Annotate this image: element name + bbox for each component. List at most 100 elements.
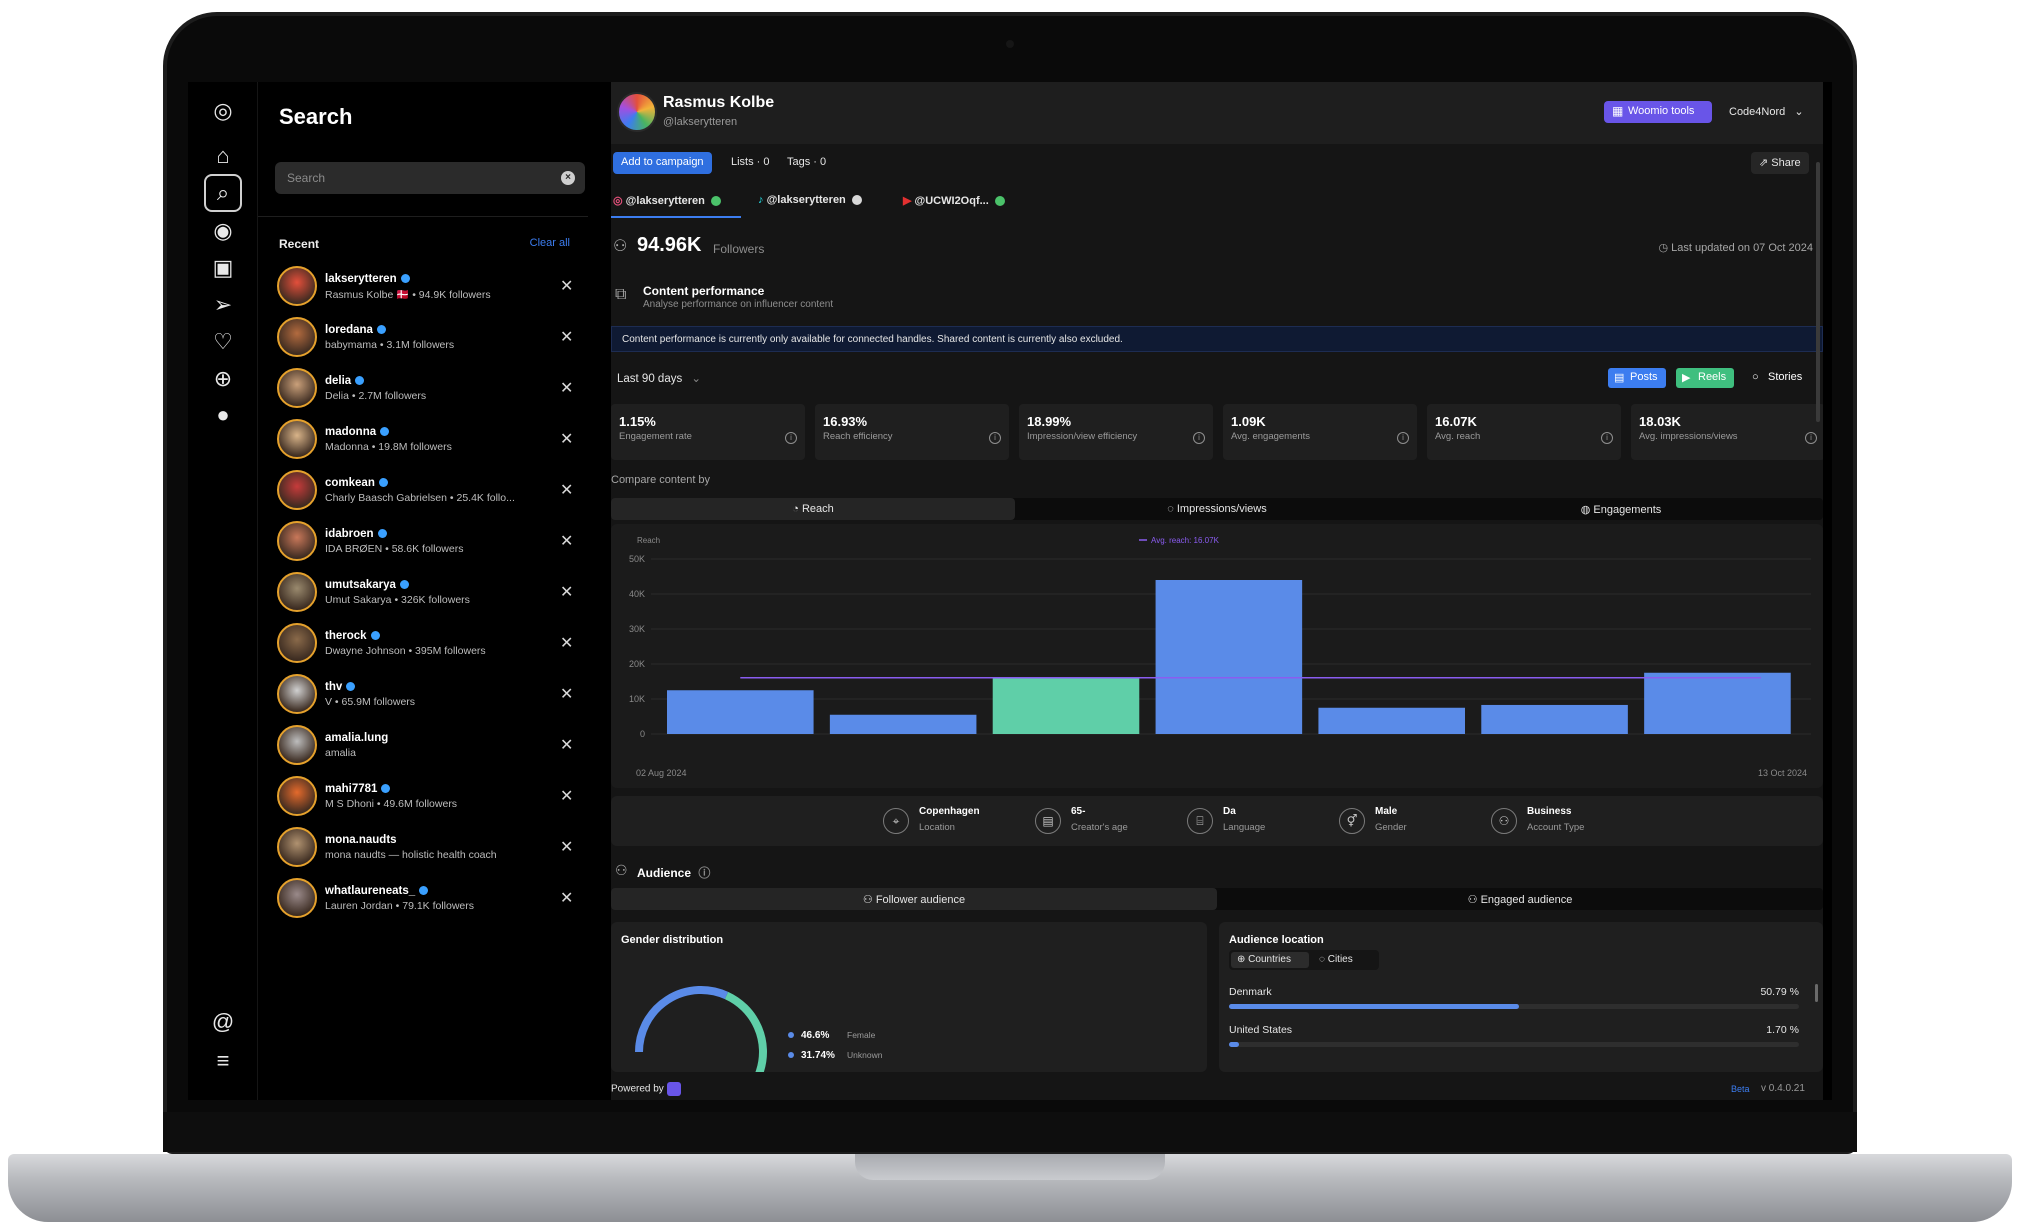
stories-tab[interactable]: ○ Stories [1746,368,1810,388]
tab-impressions[interactable]: ◌ Impressions/views [1015,498,1419,520]
demographic-value: Da [1223,806,1236,817]
search-icon[interactable]: ⌕ [204,174,242,212]
metric-value: 18.03K [1639,414,1681,429]
recent-item[interactable]: amalia.lung amalia ✕ [275,721,575,772]
threads-icon[interactable]: @ [204,1003,242,1041]
close-icon[interactable]: ✕ [560,327,573,347]
tab-engagements[interactable]: ◍ Engagements [1419,498,1823,520]
close-icon[interactable]: ✕ [560,480,573,500]
chart-bar[interactable] [1318,707,1465,734]
handle-tab-youtube[interactable]: ▶ @UCWI2Oqf... [903,194,1005,207]
reels-tab[interactable]: ▶ Reels [1676,368,1735,388]
handle-label: @lakserytteren [766,194,846,206]
logo-icon[interactable]: ◎ [204,92,242,130]
recent-item[interactable]: mahi7781 M S Dhoni • 49.6M followers ✕ [275,772,575,823]
recent-item[interactable]: delia Delia • 2.7M followers ✕ [275,364,575,415]
metric-value: 16.93% [823,414,868,429]
gender-label: Female [847,1030,876,1040]
tab-follower-audience[interactable]: ⚇ Follower audience [611,888,1217,910]
compass-icon[interactable]: ◉ [204,212,242,250]
page-scrollbar[interactable] [1816,162,1820,422]
close-icon[interactable]: ✕ [560,276,573,296]
chart-bar[interactable] [1155,580,1303,734]
close-icon[interactable]: ✕ [560,582,573,602]
info-icon[interactable]: i [989,432,1001,444]
reels-icon: ▶ [1682,372,1691,384]
profile-main: Rasmus Kolbe @lakserytteren Woomio tools… [611,82,1823,1100]
info-icon[interactable]: i [1193,432,1205,444]
close-icon[interactable]: ✕ [560,429,573,449]
org-select[interactable]: Code4Nord ⌄ [1721,101,1815,123]
donut-segment[interactable] [688,991,767,1072]
chart-bar[interactable] [829,714,977,734]
handle-tab-instagram[interactable]: ◎ @lakserytteren [613,194,721,207]
donut-segment[interactable] [635,986,729,1053]
metric-card: 18.03K Avg. impressions/views i [1631,404,1823,460]
add-icon[interactable]: ⊕ [204,360,242,398]
instagram-icon: ◎ [613,195,626,207]
recent-item[interactable]: thv V • 65.9M followers ✕ [275,670,575,721]
location-title: Audience location [1229,934,1324,946]
metric-label: Impression/view efficiency [1027,431,1138,442]
handle-tab-tiktok[interactable]: ♪ @lakserytteren [758,194,862,206]
period-select[interactable]: Last 90 days ⌄ [617,371,701,385]
audience-tabs: ⚇ Follower audience ⚇ Engaged audience [611,888,1823,910]
creator-demographics: ⌖ Copenhagen Location ▤ 65- Creator's age ⌸ Da L… [611,796,1823,846]
calendar-icon[interactable]: ▣ [204,249,242,287]
chart-bar[interactable] [1481,704,1628,734]
tab-countries[interactable]: ⊕ Countries [1231,952,1309,968]
recent-item[interactable]: comkean Charly Baasch Gabrielsen • 25.4K … [275,466,575,517]
recent-item[interactable]: loredana babymama • 3.1M followers ✕ [275,313,575,364]
send-icon[interactable]: ➢ [204,286,242,324]
close-icon[interactable]: ✕ [560,684,573,704]
recent-item[interactable]: whatlaureneats_ Lauren Jordan • 79.1K fol… [275,874,575,925]
tab-cities-label: Cities [1327,954,1353,965]
recent-item[interactable]: umutsakarya Umut Sakarya • 326K followers… [275,568,575,619]
add-to-campaign-button[interactable]: Add to campaign [613,152,712,174]
recent-item[interactable]: lakserytteren Rasmus Kolbe 🇩🇰 • 94.9K fol… [275,262,575,313]
heart-icon[interactable]: ♡ [204,323,242,361]
close-icon[interactable]: ✕ [560,531,573,551]
metric-label: Avg. engagements [1231,431,1311,442]
recent-item[interactable]: therock Dwayne Johnson • 395M followers ✕ [275,619,575,670]
legend-dot [788,1032,794,1038]
lists-button[interactable]: Lists · 0 [723,152,778,174]
profile-avatar-icon[interactable]: ● [204,396,242,434]
chart-bar[interactable] [992,678,1140,734]
tab-engaged-audience[interactable]: ⚇ Engaged audience [1217,888,1823,910]
verified-icon [377,529,387,539]
woomio-tools-button[interactable]: Woomio tools [1604,101,1712,123]
info-icon[interactable]: i [1805,432,1817,444]
close-icon[interactable]: ✕ [560,735,573,755]
close-icon[interactable]: ✕ [560,888,573,908]
tab-cities[interactable]: ◌ Cities [1313,952,1375,968]
share-button[interactable]: ⇗ Share [1751,152,1809,174]
home-icon[interactable]: ⌂ [204,137,242,175]
close-icon[interactable]: ✕ [560,378,573,398]
chart-bar[interactable] [667,690,814,734]
info-icon[interactable]: i [1397,432,1409,444]
close-icon[interactable]: ✕ [560,837,573,857]
search-input[interactable]: Search [275,162,585,194]
recent-item-name: mona.naudts [325,834,397,846]
eye-icon: ◌ [1167,503,1177,515]
menu-icon[interactable]: ≡ [204,1042,242,1080]
recent-list: lakserytteren Rasmus Kolbe 🇩🇰 • 94.9K fol… [275,262,575,925]
tags-button[interactable]: Tags · 0 [779,152,834,174]
posts-icon: ▤ [1614,372,1625,384]
posts-tab[interactable]: ▤ Posts [1608,368,1666,388]
info-icon[interactable]: i [1601,432,1613,444]
clear-all-link[interactable]: Clear all [530,237,570,249]
chart-bar[interactable] [1644,672,1791,734]
close-icon[interactable]: ✕ [560,633,573,653]
location-scrollbar[interactable] [1815,984,1818,1002]
recent-item[interactable]: madonna Madonna • 19.8M followers ✕ [275,415,575,466]
audience-title-text: Audience [637,866,692,880]
recent-item[interactable]: mona.naudts mona naudts — holistic health… [275,823,575,874]
close-icon[interactable]: ✕ [560,786,573,806]
info-icon[interactable]: i [785,432,797,444]
chart-x-end: 13 Oct 2024 [1758,768,1807,778]
recent-item-name: loredana [325,324,386,336]
recent-item[interactable]: idabroen IDA BRØEN • 58.6K followers ✕ [275,517,575,568]
tab-reach[interactable]: ◔ Reach [611,498,1015,520]
